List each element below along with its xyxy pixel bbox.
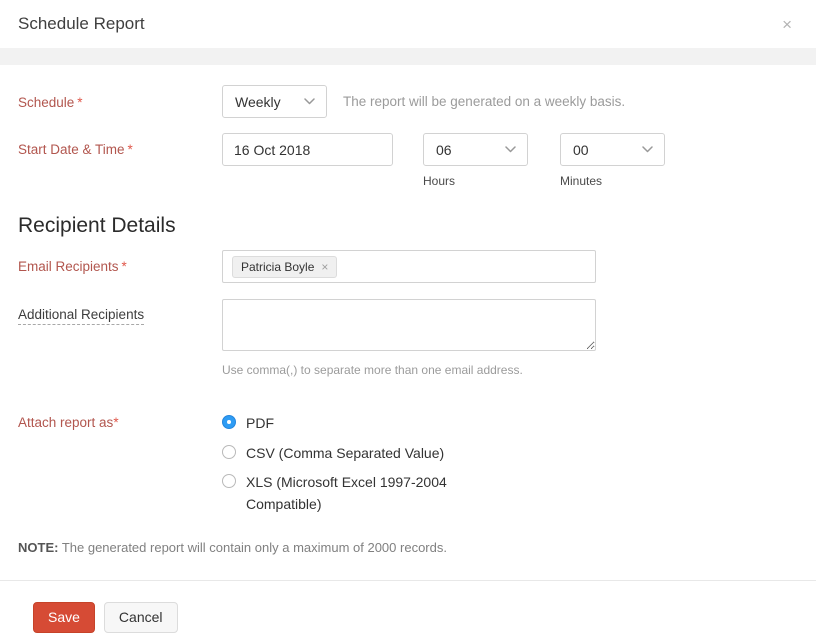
- radio-option-xls-label: XLS (Microsoft Excel 1997-2004 Compatibl…: [246, 472, 498, 515]
- note-line: NOTE: The generated report will contain …: [18, 540, 816, 555]
- additional-recipients-group: Use comma(,) to separate more than one e…: [222, 299, 596, 377]
- note-prefix: NOTE:: [18, 540, 58, 555]
- schedule-select-value: Weekly: [235, 94, 281, 110]
- note-text: The generated report will contain only a…: [58, 540, 447, 555]
- additional-recipients-help-text: Use comma(,) to separate more than one e…: [222, 363, 596, 377]
- additional-recipients-textarea[interactable]: [222, 299, 596, 351]
- required-asterisk: *: [122, 259, 127, 274]
- hours-caption: Hours: [423, 174, 528, 188]
- email-recipients-row: Email Recipients* Patricia Boyle ×: [18, 250, 816, 283]
- radio-option-pdf-label: PDF: [246, 413, 274, 435]
- schedule-help-text: The report will be generated on a weekly…: [343, 94, 625, 109]
- schedule-label-text: Schedule: [18, 95, 74, 110]
- recipient-chip-name: Patricia Boyle: [241, 260, 314, 274]
- recipient-details-heading: Recipient Details: [18, 214, 816, 238]
- attach-report-label: Attach report as*: [18, 413, 222, 430]
- attach-format-radio-group: PDF CSV (Comma Separated Value) XLS (Mic…: [222, 413, 498, 524]
- additional-recipients-row: Additional Recipients Use comma(,) to se…: [18, 299, 816, 377]
- chevron-down-icon: [304, 98, 315, 105]
- start-date-time-label-text: Start Date & Time: [18, 142, 125, 157]
- required-asterisk: *: [113, 415, 118, 430]
- schedule-label: Schedule*: [18, 94, 222, 110]
- required-asterisk: *: [128, 142, 133, 157]
- radio-option-xls[interactable]: XLS (Microsoft Excel 1997-2004 Compatibl…: [222, 472, 498, 515]
- additional-recipients-label-text: Additional Recipients: [18, 307, 144, 325]
- radio-option-pdf[interactable]: PDF: [222, 413, 498, 435]
- schedule-row: Schedule* Weekly The report will be gene…: [18, 85, 816, 118]
- radio-selected-icon[interactable]: [222, 415, 236, 429]
- required-asterisk: *: [77, 95, 82, 110]
- chevron-down-icon: [642, 146, 653, 153]
- minutes-caption: Minutes: [560, 174, 665, 188]
- start-date-input[interactable]: [222, 133, 393, 166]
- save-button[interactable]: Save: [33, 602, 95, 633]
- additional-recipients-label: Additional Recipients: [18, 299, 222, 322]
- radio-unselected-icon[interactable]: [222, 474, 236, 488]
- dialog-body: Schedule* Weekly The report will be gene…: [0, 85, 816, 555]
- hours-select-value: 06: [436, 142, 452, 158]
- attach-report-row: Attach report as* PDF CSV (Comma Separat…: [18, 413, 816, 524]
- start-date-time-row: Start Date & Time* 06 Hours 00 Minutes: [18, 133, 816, 188]
- attach-report-label-text: Attach report as: [18, 415, 113, 430]
- dialog-header: Schedule Report ×: [0, 0, 816, 48]
- hours-select[interactable]: 06: [423, 133, 528, 166]
- minutes-group: 00 Minutes: [560, 133, 665, 188]
- schedule-select[interactable]: Weekly: [222, 85, 327, 118]
- email-recipients-field[interactable]: Patricia Boyle ×: [222, 250, 596, 283]
- email-recipients-label: Email Recipients*: [18, 259, 222, 274]
- header-divider-band: [0, 48, 816, 65]
- hours-group: 06 Hours: [423, 133, 528, 188]
- close-icon[interactable]: ×: [778, 14, 796, 35]
- start-date-time-label: Start Date & Time*: [18, 133, 222, 157]
- dialog-footer: Save Cancel: [0, 581, 816, 633]
- minutes-select[interactable]: 00: [560, 133, 665, 166]
- radio-option-csv-label: CSV (Comma Separated Value): [246, 443, 444, 465]
- chip-remove-icon[interactable]: ×: [321, 260, 328, 274]
- dialog-title: Schedule Report: [18, 14, 145, 34]
- minutes-select-value: 00: [573, 142, 589, 158]
- chevron-down-icon: [505, 146, 516, 153]
- recipient-chip: Patricia Boyle ×: [232, 256, 337, 278]
- email-recipients-label-text: Email Recipients: [18, 259, 119, 274]
- radio-option-csv[interactable]: CSV (Comma Separated Value): [222, 443, 498, 465]
- radio-unselected-icon[interactable]: [222, 445, 236, 459]
- cancel-button[interactable]: Cancel: [104, 602, 178, 633]
